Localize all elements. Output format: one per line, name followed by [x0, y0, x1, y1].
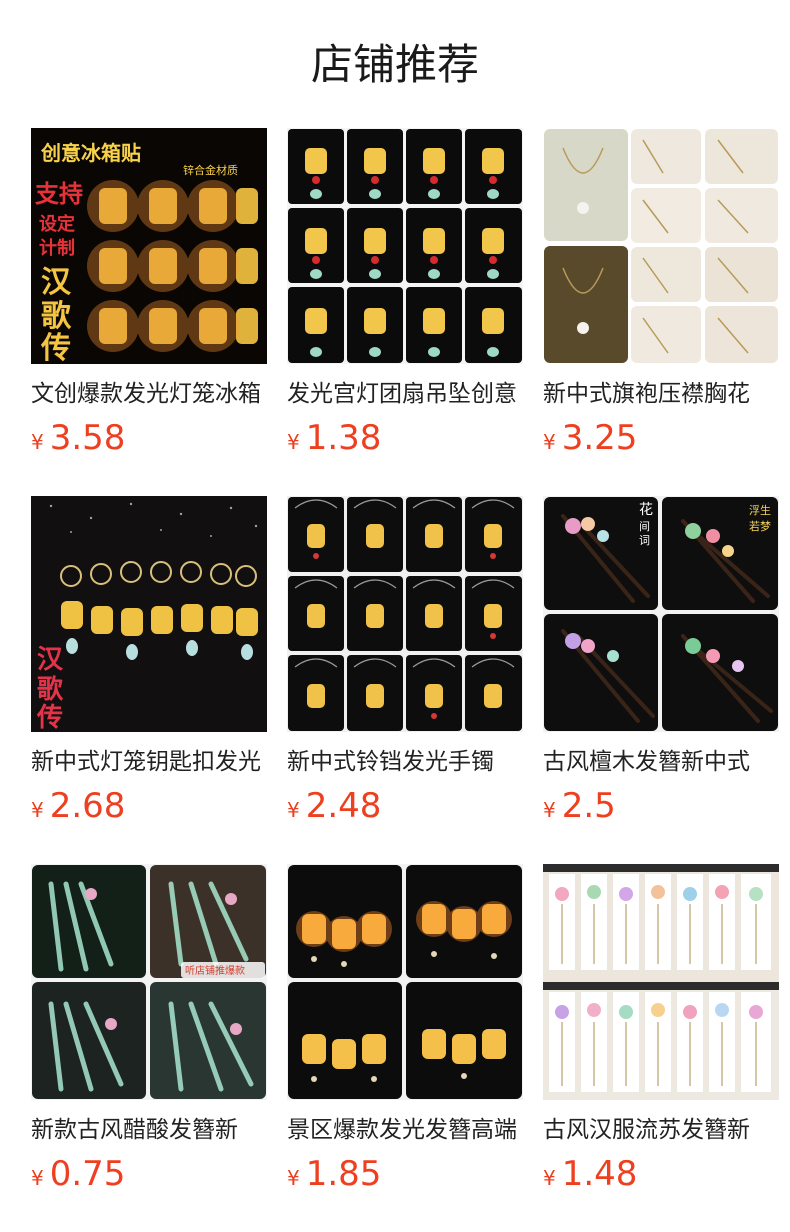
image-caption: 传 — [40, 331, 71, 364]
product-price: ¥0.75 — [31, 1154, 125, 1194]
page-title: 店铺推荐 — [310, 40, 479, 89]
product-card[interactable]: 听店铺推爆款 新款古风醋酸发簪新 ¥0.75 — [31, 864, 267, 1204]
product-image[interactable] — [287, 496, 523, 732]
price-value: 3.25 — [561, 418, 638, 458]
currency-symbol: ¥ — [31, 430, 44, 454]
product-name[interactable]: 文创爆款发光灯笼冰箱 — [31, 377, 267, 411]
image-caption: 花 — [639, 502, 653, 518]
currency-symbol: ¥ — [287, 1166, 300, 1190]
image-caption: 间 — [639, 520, 650, 533]
image-caption: 词 — [639, 534, 650, 547]
price-value: 2.48 — [305, 786, 382, 826]
product-name[interactable]: 古风檀木发簪新中式 — [543, 745, 779, 779]
product-name[interactable]: 新中式铃铛发光手镯 — [287, 745, 523, 779]
currency-symbol: ¥ — [543, 1166, 556, 1190]
product-price: ¥1.48 — [543, 1154, 637, 1194]
image-caption: 汉 — [37, 645, 64, 675]
price-value: 1.38 — [305, 418, 382, 458]
product-card[interactable]: 花 间 词 浮生 若梦 古风檀木发簪新中式 ¥2.5 — [543, 496, 779, 836]
product-name[interactable]: 发光宫灯团扇吊坠创意 — [287, 377, 523, 411]
currency-symbol: ¥ — [543, 798, 556, 822]
product-card[interactable]: 古风汉服流苏发簪新 ¥1.48 — [543, 864, 779, 1204]
image-caption: 浮生 — [749, 503, 771, 517]
product-card[interactable]: 新中式铃铛发光手镯 ¥2.48 — [287, 496, 523, 836]
product-name[interactable]: 景区爆款发光发簪高端 — [287, 1113, 523, 1147]
image-caption: 锌合金材质 — [183, 163, 238, 177]
currency-symbol: ¥ — [287, 430, 300, 454]
product-image[interactable] — [287, 864, 523, 1100]
product-card[interactable]: 创意冰箱贴 锌合金材质 支持 设定 计制 汉 歌 传 文创爆款发光灯笼冰箱 ¥3… — [31, 128, 267, 468]
product-image[interactable]: 创意冰箱贴 锌合金材质 支持 设定 计制 汉 歌 传 — [31, 128, 267, 364]
product-card[interactable]: 景区爆款发光发簪高端 ¥1.85 — [287, 864, 523, 1204]
product-image[interactable] — [287, 128, 523, 364]
image-caption: 汉 — [41, 265, 72, 300]
price-value: 2.68 — [49, 786, 126, 826]
product-price: ¥3.58 — [31, 418, 125, 458]
product-price: ¥2.48 — [287, 786, 381, 826]
product-image[interactable] — [543, 864, 779, 1100]
image-caption: 歌 — [41, 299, 72, 334]
image-caption: 创意冰箱贴 — [40, 141, 141, 165]
price-value: 1.48 — [561, 1154, 638, 1194]
product-price: ¥2.5 — [543, 786, 616, 826]
image-caption: 歌 — [37, 675, 64, 705]
image-caption: 若梦 — [749, 520, 771, 533]
price-value: 2.5 — [561, 786, 616, 826]
product-image[interactable]: 汉 歌 传 — [31, 496, 267, 732]
product-price: ¥2.68 — [31, 786, 125, 826]
product-name[interactable]: 新中式灯笼钥匙扣发光 — [31, 745, 267, 779]
image-caption: 支持 — [35, 180, 83, 208]
currency-symbol: ¥ — [543, 430, 556, 454]
product-price: ¥3.25 — [543, 418, 637, 458]
product-name[interactable]: 新款古风醋酸发簪新 — [31, 1113, 267, 1147]
price-value: 1.85 — [305, 1154, 382, 1194]
image-caption: 计制 — [39, 237, 75, 259]
image-caption: 传 — [36, 703, 63, 732]
product-card[interactable]: 汉 歌 传 新中式灯笼钥匙扣发光 ¥2.68 — [31, 496, 267, 836]
currency-symbol: ¥ — [31, 1166, 44, 1190]
product-name[interactable]: 古风汉服流苏发簪新 — [543, 1113, 779, 1147]
product-card[interactable]: 发光宫灯团扇吊坠创意 ¥1.38 — [287, 128, 523, 468]
currency-symbol: ¥ — [287, 798, 300, 822]
product-image[interactable]: 花 间 词 浮生 若梦 — [543, 496, 779, 732]
product-price: ¥1.85 — [287, 1154, 381, 1194]
product-name[interactable]: 新中式旗袍压襟胸花 — [543, 377, 779, 411]
price-value: 0.75 — [49, 1154, 126, 1194]
product-card[interactable]: 新中式旗袍压襟胸花 ¥3.25 — [543, 128, 779, 468]
currency-symbol: ¥ — [31, 798, 44, 822]
price-value: 3.58 — [49, 418, 126, 458]
product-price: ¥1.38 — [287, 418, 381, 458]
product-image[interactable]: 听店铺推爆款 — [31, 864, 267, 1100]
image-caption: 设定 — [39, 213, 75, 235]
image-caption: 听店铺推爆款 — [185, 964, 245, 977]
product-image[interactable] — [543, 128, 779, 364]
